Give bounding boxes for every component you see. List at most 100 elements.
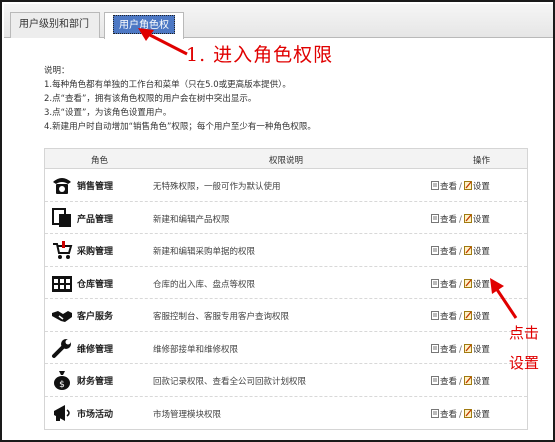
settings-button[interactable]: 设置: [463, 375, 490, 387]
header-operations: 操作: [473, 156, 491, 166]
edit-icon: [463, 181, 473, 192]
view-label: 查看: [440, 279, 458, 290]
separator: /: [459, 279, 462, 290]
role-description: 客服控制台、客服专用客户查询权限: [153, 312, 290, 322]
table-row: 客户服务 客服控制台、客服专用客户查询权限 查看 / 设置: [45, 299, 527, 332]
settings-button[interactable]: 设置: [463, 245, 490, 257]
cart-icon: [51, 239, 73, 261]
separator: /: [459, 344, 462, 355]
table-row: 采购管理 新建和编辑采购单据的权限 查看 / 设置: [45, 234, 527, 267]
settings-button[interactable]: 设置: [463, 180, 490, 192]
view-icon: [431, 408, 440, 420]
role-operations: 查看 / 设置: [431, 408, 490, 420]
annotation-arrow-side: [490, 278, 518, 319]
settings-label: 设置: [472, 409, 490, 420]
table-header: 角色 权限说明 操作: [45, 149, 527, 169]
role-description: 市场管理模块权限: [153, 409, 222, 420]
edit-icon: [463, 213, 473, 225]
role-operations: 查看 / 设置: [431, 343, 490, 355]
edit-icon: [463, 311, 473, 322]
role-description: 维修部接单和维修权限: [153, 344, 239, 355]
annotation-settings: 设置: [509, 354, 540, 372]
roles-table: 角色 权限说明 操作 销售管理 无特殊权限，一般可作为默认使用 查看 / 设置 产品管理新…: [44, 148, 528, 430]
role-name: 采购管理: [77, 247, 114, 257]
table-row: 维修管理 维修部接单和维修权限 查看 / 设置: [45, 332, 527, 364]
instruction-line: 3.点“设置”，为该角色设置用户。: [44, 108, 172, 118]
view-button[interactable]: 查看: [431, 213, 457, 225]
instructions-title: 说明：: [44, 66, 70, 76]
role-operations: 查看 / 设置: [431, 278, 490, 290]
table-row: $ 财务管理 回款记录权限、查看全公司回款计划权限 查看 / 设置: [45, 364, 527, 397]
view-icon: [431, 278, 440, 290]
instruction-line: 2.点“查看”，拥有该角色权限的用户会在树中突出显示。: [44, 94, 257, 104]
role-description: 新建和编辑采购单据的权限: [153, 247, 256, 257]
role-operations: 查看 / 设置: [431, 375, 490, 387]
annotation-click-settings: 点击 设置: [509, 318, 553, 378]
annotation-click: 点击: [509, 324, 540, 342]
role-name: 财务管理: [77, 377, 114, 387]
settings-label: 设置: [472, 214, 490, 225]
view-icon: [431, 311, 440, 322]
instruction-line: 1.每种角色都有单独的工作台和菜单（只在5.0或更高版本提供）。: [44, 80, 291, 90]
annotation-arrow-top: [138, 28, 188, 56]
settings-button[interactable]: 设置: [463, 343, 490, 355]
table-row: 仓库管理 仓库的出入库、盘点等权限 查看 / 设置: [45, 267, 527, 299]
view-icon: [431, 181, 440, 192]
settings-label: 设置: [472, 377, 490, 387]
handshake-icon: [51, 304, 73, 326]
view-button[interactable]: 查看: [431, 343, 457, 355]
role-description: 仓库的出入库、盘点等权限: [153, 279, 256, 290]
phone-icon: [51, 174, 73, 196]
role-name: 市场活动: [77, 409, 114, 420]
settings-button[interactable]: 设置: [463, 408, 490, 420]
view-button[interactable]: 查看: [431, 278, 457, 290]
separator: /: [459, 312, 462, 322]
money-bag-icon: $: [51, 369, 73, 391]
table-row: 市场活动 市场管理模块权限 查看 / 设置: [45, 397, 527, 430]
view-button[interactable]: 查看: [431, 375, 457, 387]
role-name: 产品管理: [77, 214, 114, 225]
role-operations: 查看 / 设置: [431, 180, 490, 192]
view-button[interactable]: 查看: [431, 310, 457, 322]
role-operations: 查看 / 设置: [431, 213, 490, 225]
settings-label: 设置: [472, 344, 490, 355]
tab-user-levels-departments[interactable]: 用户级别和部门: [10, 12, 100, 38]
view-button[interactable]: 查看: [431, 245, 457, 257]
view-button[interactable]: 查看: [431, 408, 457, 420]
view-label: 查看: [440, 377, 458, 387]
role-name: 客户服务: [77, 312, 114, 322]
view-button[interactable]: 查看: [431, 180, 457, 192]
wrench-icon: [51, 337, 73, 359]
separator: /: [459, 182, 462, 192]
role-operations: 查看 / 设置: [431, 310, 490, 322]
role-operations: 查看 / 设置: [431, 245, 490, 257]
product-icon: [51, 207, 73, 229]
separator: /: [459, 214, 462, 225]
settings-label: 设置: [472, 247, 490, 257]
view-icon: [431, 343, 440, 355]
view-label: 查看: [440, 409, 458, 420]
megaphone-icon: [51, 402, 73, 424]
header-role: 角色: [91, 156, 109, 166]
edit-icon: [463, 246, 473, 257]
separator: /: [459, 247, 462, 257]
view-icon: [431, 376, 440, 387]
window-frame: 用户级别和部门 用户角色权限 1. 进入角色权限 说明： 1.每种角色都有单独的…: [0, 0, 555, 442]
view-label: 查看: [440, 312, 458, 322]
edit-icon: [463, 376, 473, 387]
warehouse-icon: [51, 272, 73, 294]
instructions: 说明： 1.每种角色都有单独的工作台和菜单（只在5.0或更高版本提供）。 2.点…: [44, 64, 316, 134]
annotation-enter-role-permissions: 1. 进入角色权限: [186, 44, 334, 66]
role-description: 新建和编辑产品权限: [153, 214, 230, 225]
svg-text:$: $: [59, 380, 65, 390]
table-row: 销售管理 无特殊权限，一般可作为默认使用 查看 / 设置: [45, 169, 527, 202]
role-description: 无特殊权限，一般可作为默认使用: [153, 182, 281, 192]
edit-icon: [463, 278, 473, 290]
header-description: 权限说明: [269, 156, 304, 166]
view-icon: [431, 246, 440, 257]
edit-icon: [463, 343, 473, 355]
view-label: 查看: [440, 247, 458, 257]
separator: /: [459, 377, 462, 387]
role-description: 回款记录权限、查看全公司回款计划权限: [153, 377, 307, 387]
settings-button[interactable]: 设置: [463, 213, 490, 225]
